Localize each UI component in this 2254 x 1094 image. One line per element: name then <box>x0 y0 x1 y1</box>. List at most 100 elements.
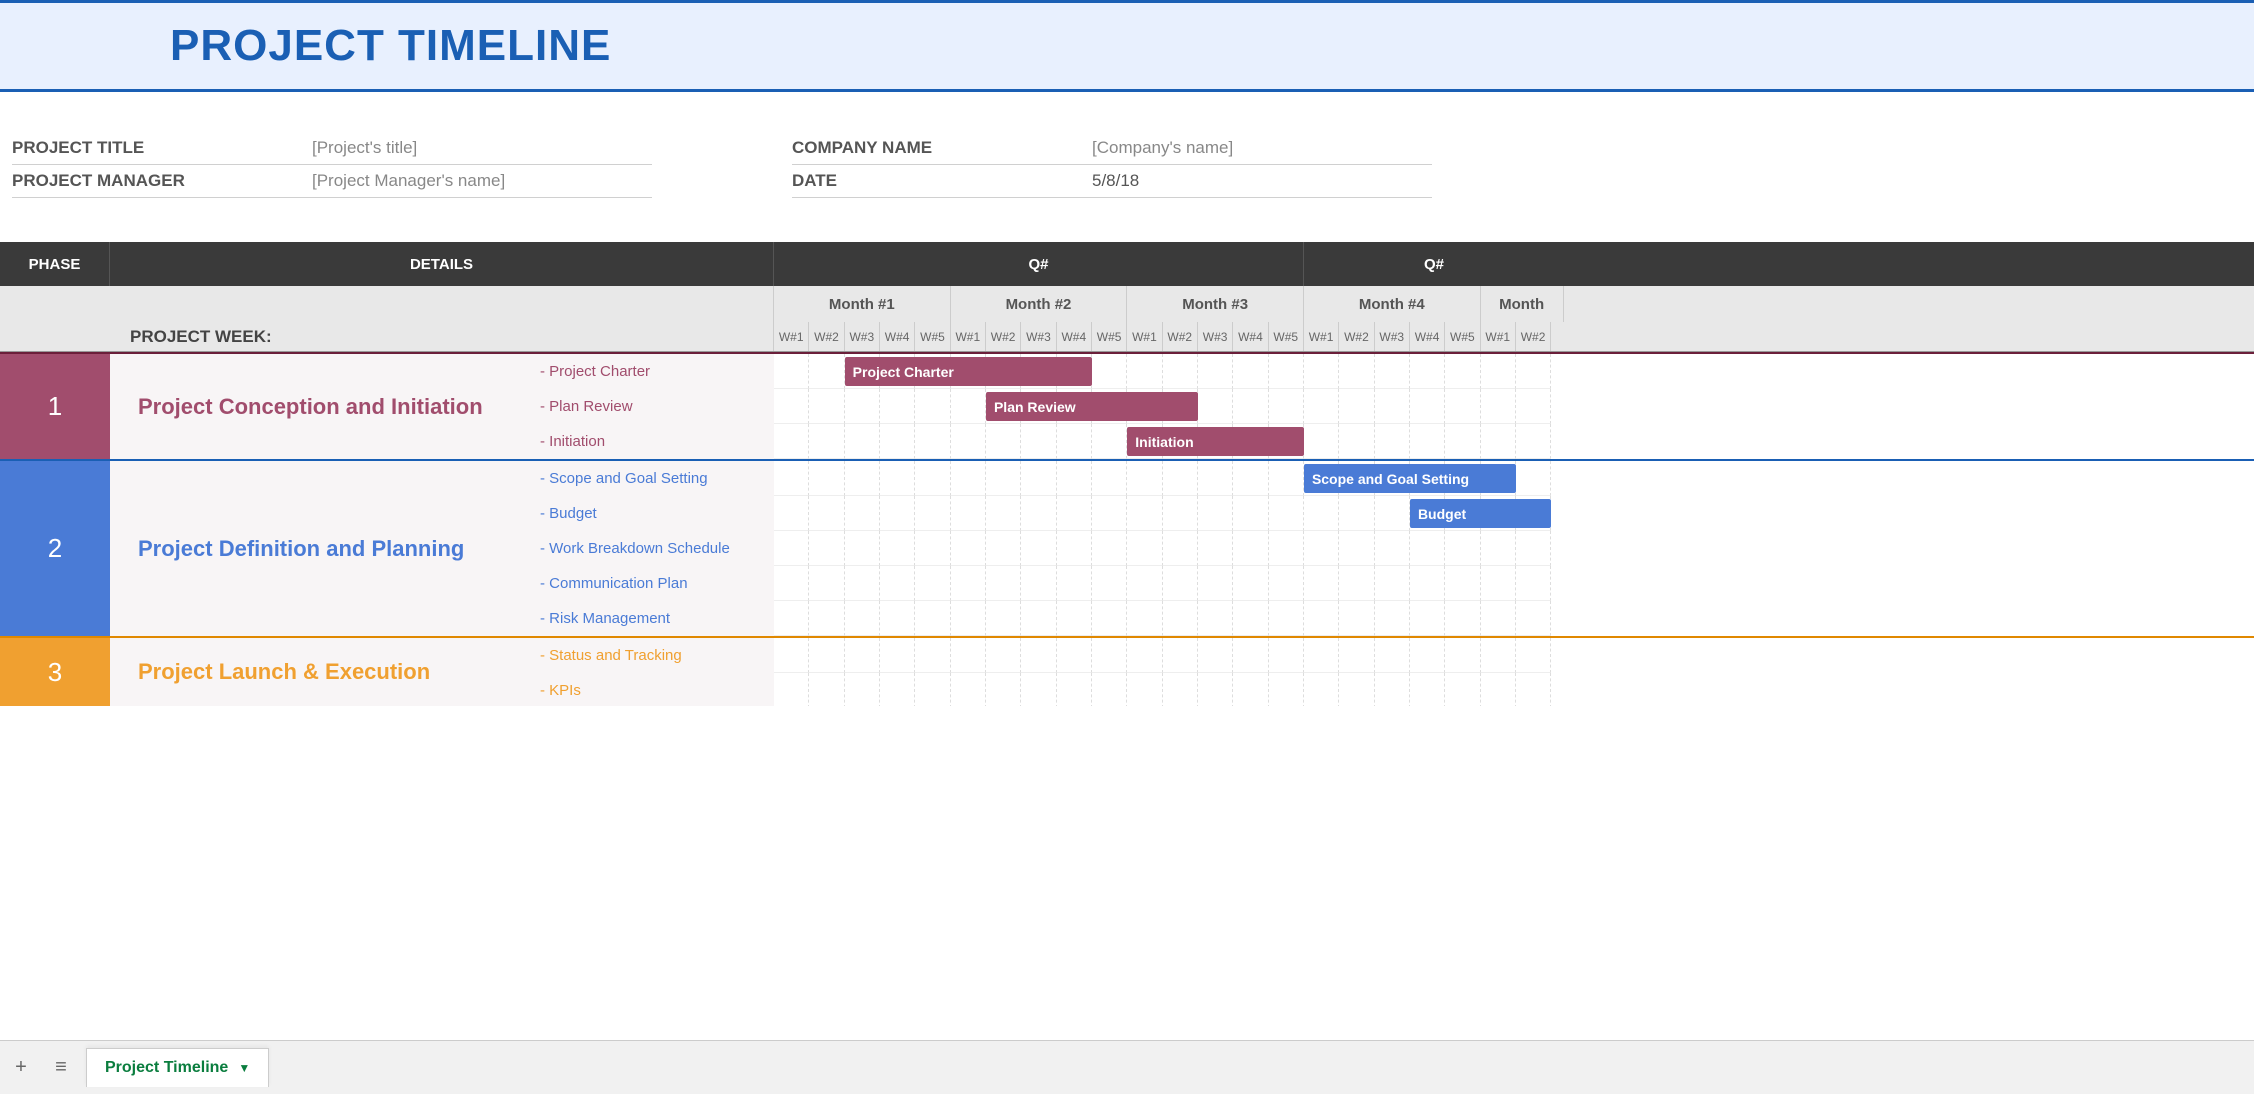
grid-cell[interactable] <box>1021 531 1056 566</box>
grid-cell[interactable] <box>986 531 1021 566</box>
grid-cell[interactable] <box>1481 389 1516 424</box>
grid-cell[interactable] <box>809 566 844 601</box>
grid-cell[interactable] <box>1339 638 1374 673</box>
meta-value[interactable]: [Project Manager's name] <box>312 171 505 191</box>
grid-cell[interactable] <box>1021 601 1056 636</box>
grid-cell[interactable] <box>1198 461 1233 496</box>
grid-cell[interactable] <box>845 566 880 601</box>
grid-cell[interactable] <box>951 531 986 566</box>
grid-cell[interactable] <box>1304 531 1339 566</box>
grid-cell[interactable] <box>1057 673 1092 706</box>
grid-cell[interactable] <box>1339 673 1374 706</box>
grid-cell[interactable] <box>1163 354 1198 389</box>
gantt-bar[interactable]: Scope and Goal Setting <box>1304 464 1516 493</box>
grid-cell[interactable] <box>809 638 844 673</box>
grid-cell[interactable] <box>845 673 880 706</box>
grid-cell[interactable] <box>1269 638 1304 673</box>
grid-cell[interactable] <box>1198 566 1233 601</box>
grid-cell[interactable] <box>1375 601 1410 636</box>
grid-cell[interactable] <box>1198 601 1233 636</box>
grid-cell[interactable] <box>1410 638 1445 673</box>
grid-cell[interactable] <box>1057 531 1092 566</box>
grid-cell[interactable] <box>880 638 915 673</box>
grid-cell[interactable] <box>1339 354 1374 389</box>
grid-cell[interactable] <box>774 389 809 424</box>
grid-cell[interactable] <box>774 354 809 389</box>
grid-cell[interactable] <box>809 424 844 459</box>
grid-cell[interactable] <box>1481 638 1516 673</box>
grid-cell[interactable] <box>915 601 950 636</box>
meta-value[interactable]: [Company's name] <box>1092 138 1233 158</box>
grid-cell[interactable] <box>1304 566 1339 601</box>
grid-cell[interactable] <box>1339 389 1374 424</box>
grid-cell[interactable] <box>915 638 950 673</box>
grid-cell[interactable] <box>1127 673 1162 706</box>
grid-cell[interactable] <box>1127 638 1162 673</box>
grid-cell[interactable] <box>1481 673 1516 706</box>
grid-cell[interactable] <box>986 566 1021 601</box>
grid-cell[interactable] <box>1233 566 1268 601</box>
grid-cell[interactable] <box>774 424 809 459</box>
grid-cell[interactable] <box>1198 389 1233 424</box>
grid-cell[interactable] <box>774 638 809 673</box>
grid-cell[interactable] <box>986 673 1021 706</box>
grid-cell[interactable] <box>1021 638 1056 673</box>
grid-cell[interactable] <box>845 531 880 566</box>
grid-cell[interactable] <box>986 461 1021 496</box>
grid-cell[interactable] <box>951 496 986 531</box>
grid-cell[interactable] <box>1410 531 1445 566</box>
all-sheets-button[interactable]: ≡ <box>46 1053 76 1083</box>
grid-cell[interactable] <box>1269 531 1304 566</box>
grid-cell[interactable] <box>1410 566 1445 601</box>
grid-cell[interactable] <box>880 496 915 531</box>
grid-cell[interactable] <box>1516 638 1551 673</box>
grid-cell[interactable] <box>880 461 915 496</box>
grid-cell[interactable] <box>951 638 986 673</box>
grid-cell[interactable] <box>1021 461 1056 496</box>
grid-cell[interactable] <box>1233 496 1268 531</box>
meta-value[interactable]: [Project's title] <box>312 138 417 158</box>
grid-cell[interactable] <box>1339 496 1374 531</box>
gantt-bar[interactable]: Initiation <box>1127 427 1304 456</box>
grid-cell[interactable] <box>774 601 809 636</box>
grid-cell[interactable] <box>1410 673 1445 706</box>
grid-cell[interactable] <box>1269 566 1304 601</box>
grid-cell[interactable] <box>1269 389 1304 424</box>
grid-cell[interactable] <box>880 601 915 636</box>
grid-cell[interactable] <box>1269 496 1304 531</box>
grid-cell[interactable] <box>1092 424 1127 459</box>
grid-cell[interactable] <box>1057 601 1092 636</box>
grid-cell[interactable] <box>915 461 950 496</box>
grid-cell[interactable] <box>1163 496 1198 531</box>
grid-cell[interactable] <box>1375 531 1410 566</box>
grid-cell[interactable] <box>915 424 950 459</box>
grid-cell[interactable] <box>1481 601 1516 636</box>
grid-cell[interactable] <box>1375 496 1410 531</box>
grid-cell[interactable] <box>951 566 986 601</box>
grid-cell[interactable] <box>1269 461 1304 496</box>
grid-cell[interactable] <box>986 638 1021 673</box>
grid-cell[interactable] <box>1057 496 1092 531</box>
grid-cell[interactable] <box>1375 673 1410 706</box>
grid-cell[interactable] <box>1127 461 1162 496</box>
grid-cell[interactable] <box>1163 461 1198 496</box>
grid-cell[interactable] <box>1021 566 1056 601</box>
grid-cell[interactable] <box>1057 461 1092 496</box>
grid-cell[interactable] <box>1163 638 1198 673</box>
gantt-bar[interactable]: Budget <box>1410 499 1551 528</box>
grid-cell[interactable] <box>951 673 986 706</box>
grid-cell[interactable] <box>1445 531 1480 566</box>
grid-cell[interactable] <box>1198 531 1233 566</box>
grid-cell[interactable] <box>809 389 844 424</box>
grid-cell[interactable] <box>1339 531 1374 566</box>
grid-cell[interactable] <box>1410 354 1445 389</box>
grid-cell[interactable] <box>1269 601 1304 636</box>
grid-cell[interactable] <box>915 496 950 531</box>
grid-cell[interactable] <box>1233 389 1268 424</box>
grid-cell[interactable] <box>1127 601 1162 636</box>
grid-cell[interactable] <box>774 531 809 566</box>
grid-cell[interactable] <box>1127 496 1162 531</box>
grid-cell[interactable] <box>915 389 950 424</box>
grid-cell[interactable] <box>1516 354 1551 389</box>
grid-cell[interactable] <box>1304 638 1339 673</box>
